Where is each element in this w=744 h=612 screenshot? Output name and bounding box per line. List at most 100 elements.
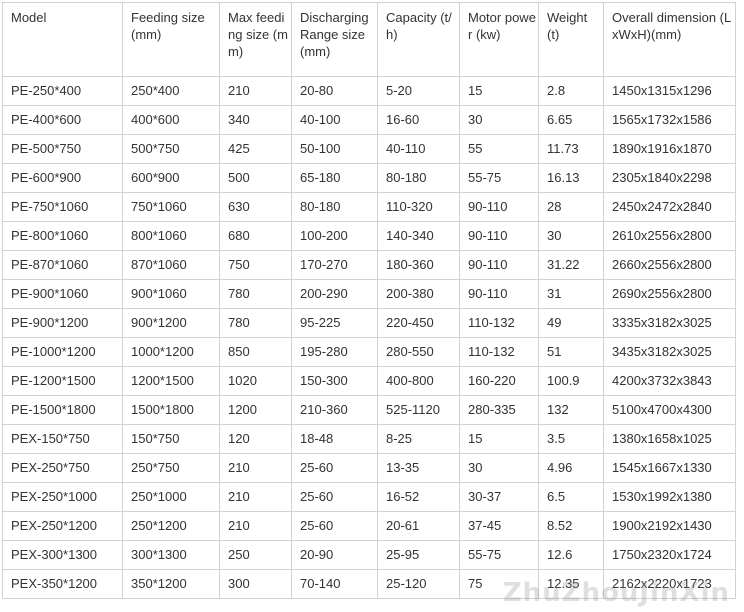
cell-capacity: 525-1120 — [377, 395, 460, 425]
cell-motor-power: 110-132 — [459, 337, 539, 367]
cell-motor-power: 160-220 — [459, 366, 539, 396]
cell-motor-power: 110-132 — [459, 308, 539, 338]
header-feeding-size: Feeding size(mm) — [122, 2, 220, 77]
cell-max-feeding-size: 425 — [219, 134, 292, 164]
cell-capacity: 5-20 — [377, 76, 460, 106]
cell-model: PE-600*900 — [2, 163, 123, 193]
header-row: Model Feeding size(mm) Max feeding size … — [2, 2, 736, 77]
cell-model: PE-500*750 — [2, 134, 123, 164]
cell-model: PEX-150*750 — [2, 424, 123, 454]
cell-motor-power: 55-75 — [459, 163, 539, 193]
cell-max-feeding-size: 1200 — [219, 395, 292, 425]
cell-weight: 8.52 — [538, 511, 604, 541]
cell-motor-power: 90-110 — [459, 192, 539, 222]
cell-discharging-range: 100-200 — [291, 221, 378, 251]
table-row: PEX-250*750 250*750 210 25-60 13-35 30 4.96 154… — [2, 453, 736, 483]
cell-motor-power: 90-110 — [459, 221, 539, 251]
cell-max-feeding-size: 210 — [219, 482, 292, 512]
cell-weight: 31 — [538, 279, 604, 309]
header-weight: Weight (t) — [538, 2, 604, 77]
cell-feeding-size: 350*1200 — [122, 569, 220, 599]
cell-overall-dimension: 2305x1840x2298 — [603, 163, 736, 193]
cell-overall-dimension: 2660x2556x2800 — [603, 250, 736, 280]
header-motor-power: Motor power (kw) — [459, 2, 539, 77]
header-max-feeding-size: Max feeding size (mm) — [219, 2, 292, 77]
cell-max-feeding-size: 850 — [219, 337, 292, 367]
cell-feeding-size: 800*1060 — [122, 221, 220, 251]
cell-motor-power: 90-110 — [459, 279, 539, 309]
cell-max-feeding-size: 750 — [219, 250, 292, 280]
cell-capacity: 13-35 — [377, 453, 460, 483]
cell-capacity: 16-60 — [377, 105, 460, 135]
cell-capacity: 25-95 — [377, 540, 460, 570]
table-row: PEX-350*1200 350*1200 300 70-140 25-120 75 12.… — [2, 569, 736, 599]
table-row: PE-250*400 250*400 210 20-80 5-20 15 2.8 1450x1… — [2, 76, 736, 106]
cell-feeding-size: 900*1060 — [122, 279, 220, 309]
cell-weight: 51 — [538, 337, 604, 367]
cell-discharging-range: 80-180 — [291, 192, 378, 222]
table-row: PE-400*600 400*600 340 40-100 16-60 30 6.65 156… — [2, 105, 736, 135]
cell-motor-power: 37-45 — [459, 511, 539, 541]
cell-feeding-size: 300*1300 — [122, 540, 220, 570]
cell-capacity: 25-120 — [377, 569, 460, 599]
cell-discharging-range: 200-290 — [291, 279, 378, 309]
cell-motor-power: 280-335 — [459, 395, 539, 425]
cell-model: PE-250*400 — [2, 76, 123, 106]
cell-capacity: 280-550 — [377, 337, 460, 367]
cell-feeding-size: 1500*1800 — [122, 395, 220, 425]
header-capacity: Capacity (t/h) — [377, 2, 460, 77]
cell-capacity: 16-52 — [377, 482, 460, 512]
table-row: PE-1200*1500 1200*1500 1020 150-300 400-800 1… — [2, 366, 736, 396]
cell-discharging-range: 20-80 — [291, 76, 378, 106]
cell-model: PEX-250*1000 — [2, 482, 123, 512]
cell-model: PE-1500*1800 — [2, 395, 123, 425]
cell-discharging-range: 50-100 — [291, 134, 378, 164]
cell-motor-power: 90-110 — [459, 250, 539, 280]
cell-capacity: 200-380 — [377, 279, 460, 309]
cell-model: PE-750*1060 — [2, 192, 123, 222]
table-body: PE-250*400 250*400 210 20-80 5-20 15 2.8 1450x1… — [2, 76, 736, 599]
cell-weight: 2.8 — [538, 76, 604, 106]
cell-capacity: 140-340 — [377, 221, 460, 251]
jaw-crusher-spec-table: Model Feeding size(mm) Max feeding size … — [2, 2, 736, 599]
cell-feeding-size: 1200*1500 — [122, 366, 220, 396]
cell-weight: 28 — [538, 192, 604, 222]
table-row: PEX-150*750 150*750 120 18-48 8-25 15 3.5 1380x… — [2, 424, 736, 454]
cell-feeding-size: 870*1060 — [122, 250, 220, 280]
cell-overall-dimension: 2162x2220x1723 — [603, 569, 736, 599]
cell-capacity: 8-25 — [377, 424, 460, 454]
header-model: Model — [2, 2, 123, 77]
cell-discharging-range: 170-270 — [291, 250, 378, 280]
header-discharging-range: Discharging Range size(mm) — [291, 2, 378, 77]
cell-capacity: 80-180 — [377, 163, 460, 193]
cell-max-feeding-size: 680 — [219, 221, 292, 251]
cell-discharging-range: 70-140 — [291, 569, 378, 599]
cell-model: PEX-250*750 — [2, 453, 123, 483]
table-row: PEX-300*1300 300*1300 250 20-90 25-95 55-75 12… — [2, 540, 736, 570]
cell-max-feeding-size: 780 — [219, 308, 292, 338]
cell-weight: 6.65 — [538, 105, 604, 135]
cell-capacity: 400-800 — [377, 366, 460, 396]
cell-overall-dimension: 3335x3182x3025 — [603, 308, 736, 338]
cell-capacity: 20-61 — [377, 511, 460, 541]
cell-overall-dimension: 1450x1315x1296 — [603, 76, 736, 106]
cell-overall-dimension: 4200x3732x3843 — [603, 366, 736, 396]
cell-feeding-size: 500*750 — [122, 134, 220, 164]
cell-capacity: 220-450 — [377, 308, 460, 338]
cell-model: PEX-250*1200 — [2, 511, 123, 541]
table-row: PE-750*1060 750*1060 630 80-180 110-320 90-11… — [2, 192, 736, 222]
cell-discharging-range: 210-360 — [291, 395, 378, 425]
table-row: PE-600*900 600*900 500 65-180 80-180 55-75 16.… — [2, 163, 736, 193]
cell-overall-dimension: 5100x4700x4300 — [603, 395, 736, 425]
cell-feeding-size: 250*1000 — [122, 482, 220, 512]
cell-motor-power: 30-37 — [459, 482, 539, 512]
cell-motor-power: 30 — [459, 453, 539, 483]
cell-feeding-size: 600*900 — [122, 163, 220, 193]
cell-model: PE-1200*1500 — [2, 366, 123, 396]
cell-overall-dimension: 2610x2556x2800 — [603, 221, 736, 251]
cell-model: PEX-300*1300 — [2, 540, 123, 570]
cell-discharging-range: 195-280 — [291, 337, 378, 367]
cell-discharging-range: 95-225 — [291, 308, 378, 338]
cell-weight: 12.6 — [538, 540, 604, 570]
cell-weight: 3.5 — [538, 424, 604, 454]
